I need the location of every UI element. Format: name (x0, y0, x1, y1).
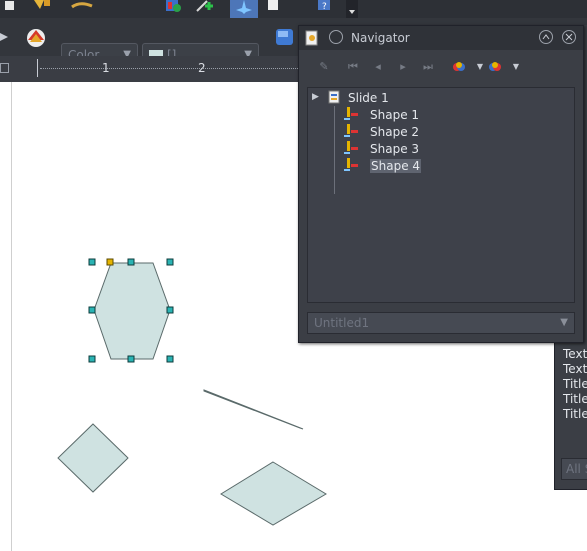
tree-guide-line (334, 106, 335, 194)
tree-item-slide[interactable]: Slide 1 (348, 90, 389, 106)
drag-mode-icon[interactable] (452, 60, 466, 74)
tree-item-label: Shape 1 (370, 108, 420, 122)
diamond-shape[interactable] (57, 423, 129, 493)
tree-item-shape[interactable]: Shape 3 (370, 141, 419, 157)
navigator-title-bar[interactable]: Navigator (299, 26, 583, 50)
window-menu-button[interactable] (329, 30, 343, 44)
list-item[interactable]: Text (563, 347, 587, 362)
hexagon-shape[interactable] (93, 262, 171, 360)
thin-shape[interactable] (203, 389, 304, 430)
resize-handle (88, 306, 96, 314)
first-slide-icon[interactable]: ⏮ (346, 60, 360, 74)
shape-icon (344, 124, 360, 141)
navigator-toolbar: ✎ ⏮ ◂ ▸ ⏭ ▼ ▼ (299, 50, 583, 86)
chevron-down-icon: ▼ (560, 317, 568, 328)
flat-diamond-shape[interactable] (220, 461, 327, 526)
expand-arrow-icon[interactable]: ▶ (312, 92, 319, 102)
resize-handle (88, 355, 96, 363)
resize-handle (166, 355, 174, 363)
navigator-tree[interactable]: ▶ Slide 1 Shape 1 Shape 2 Shape 3 Shape … (307, 87, 575, 303)
tree-item-label: Shape 4 (370, 159, 422, 173)
style-filter-value: All S (566, 462, 587, 476)
tree-item-shape[interactable]: Shape 1 (370, 107, 419, 123)
shape-icon (344, 158, 360, 175)
shade-button[interactable] (539, 30, 553, 44)
show-shapes-icon[interactable] (488, 60, 502, 74)
resize-handle (88, 258, 96, 266)
resize-handle (166, 258, 174, 266)
resize-handle (166, 306, 174, 314)
document-select-value: Untitled1 (314, 316, 370, 330)
document-select[interactable]: Untitled1 ▼ (307, 312, 575, 334)
slide-icon (328, 90, 340, 107)
tree-item-label: Shape 2 (370, 125, 420, 139)
shape-icon (344, 107, 360, 124)
window-title: Navigator (351, 31, 410, 45)
list-item[interactable]: Title (563, 377, 587, 392)
chevron-down-icon[interactable]: ▼ (509, 60, 523, 74)
tree-item-shape-selected[interactable]: Shape 4 (370, 158, 422, 174)
next-slide-icon[interactable]: ▸ (396, 60, 410, 74)
chevron-down-icon[interactable]: ▼ (473, 60, 487, 74)
close-button[interactable] (562, 30, 576, 44)
tree-item-shape[interactable]: Shape 2 (370, 124, 419, 140)
style-filter-select[interactable]: All S (561, 458, 587, 480)
shape-icon (344, 141, 360, 158)
last-slide-icon[interactable]: ⏭ (421, 60, 435, 74)
list-item[interactable]: Title (563, 407, 587, 422)
resize-handle (127, 258, 135, 266)
app-icon (305, 30, 319, 46)
navigator-window: Navigator ✎ ⏮ ◂ ▸ ⏭ ▼ ▼ ▶ Slide 1 Shape … (298, 25, 584, 343)
previous-slide-icon[interactable]: ◂ (371, 60, 385, 74)
tree-item-label: Shape 3 (370, 142, 420, 156)
rotation-handle[interactable] (106, 258, 114, 266)
pen-icon[interactable]: ✎ (317, 60, 331, 74)
list-item[interactable]: Text (563, 362, 587, 377)
tree-item-label: Slide 1 (348, 91, 389, 105)
list-item[interactable]: Title (563, 392, 587, 407)
styles-panel: Text Text Title Title Title All S (554, 340, 587, 490)
resize-handle (127, 355, 135, 363)
